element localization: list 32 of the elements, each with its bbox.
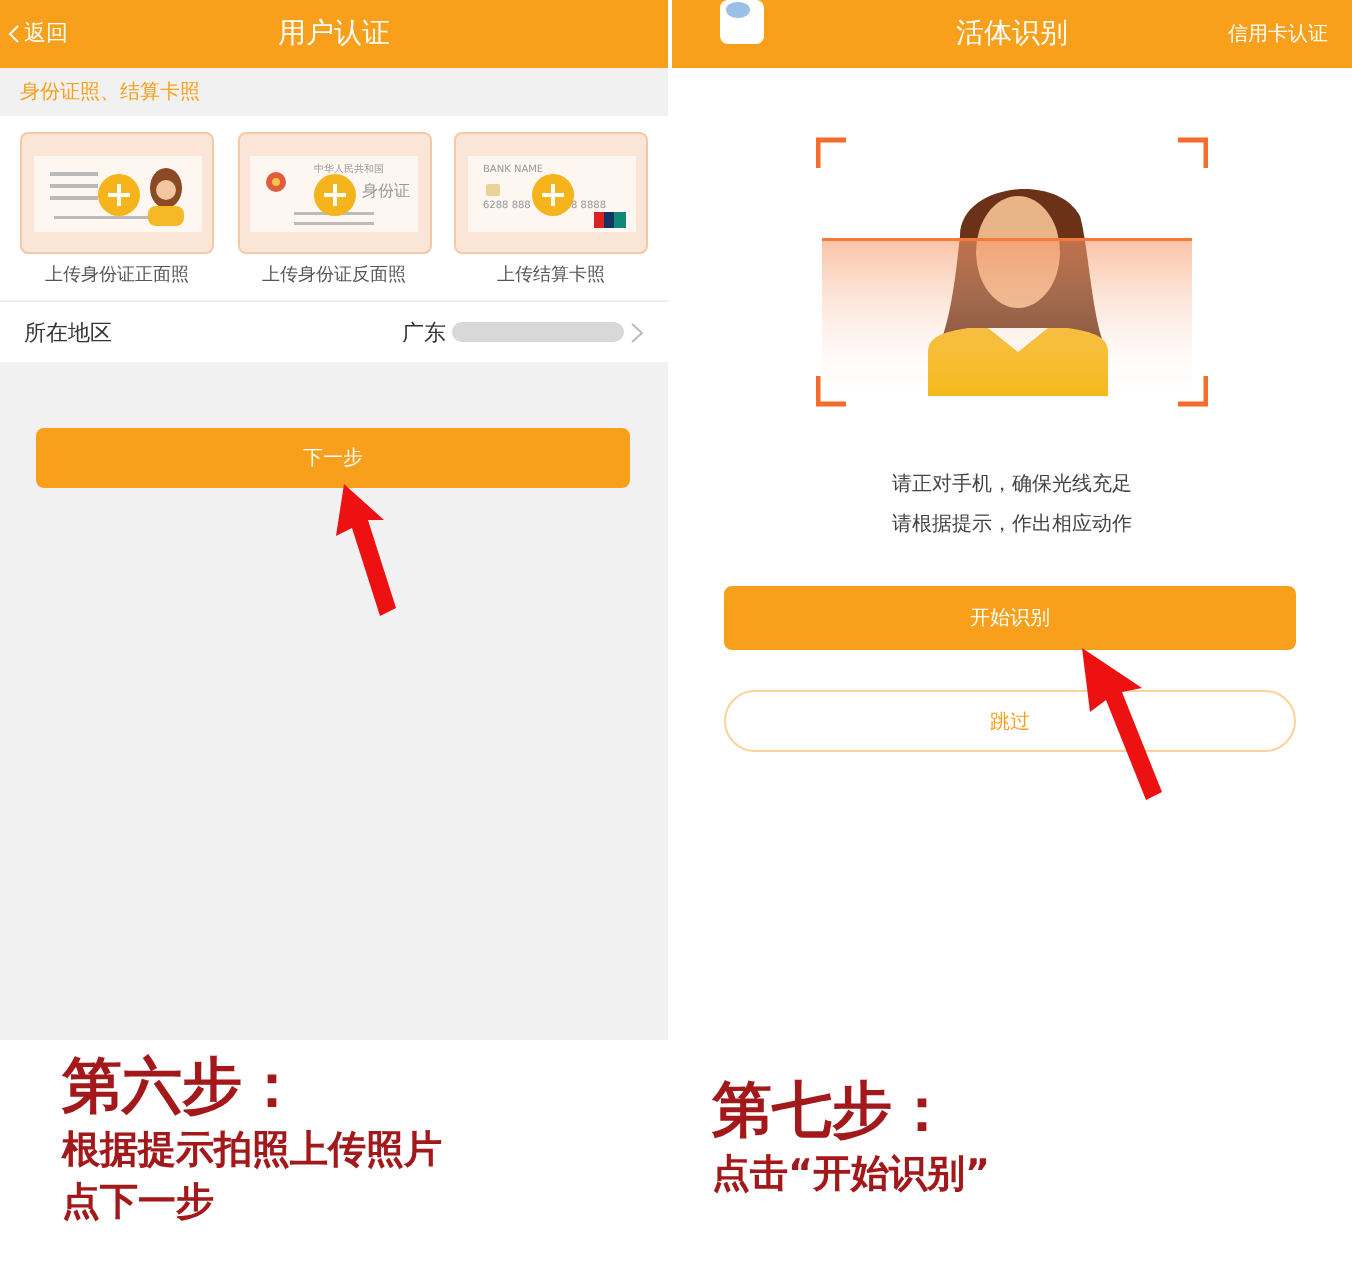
step-text: 根据提示拍照上传照片 [62,1126,444,1176]
back-button[interactable]: 返回 [8,18,68,48]
chevron-left-icon [8,23,20,43]
card-caption: 上传结算卡照 [497,263,605,288]
next-button[interactable]: 下一步 [36,428,630,488]
chat-app-icon [720,0,764,44]
credit-card-link[interactable]: 信用卡认证 [1228,20,1328,48]
region-value: 广东 [402,317,446,347]
page-title: 活体识别 [956,16,1068,52]
page-title: 用户认证 [278,16,390,52]
region-row[interactable]: 所在地区 广东 [0,300,668,362]
chevron-icon [630,321,644,343]
plus-icon [314,173,356,215]
card-text: 身份证 [362,183,410,199]
step-heading: 第六步： [62,1052,304,1124]
pointer-arrow [332,480,400,620]
card-logo-icon [593,211,625,227]
emblem-icon [266,171,286,191]
chip-icon [485,183,499,195]
card-caption: 上传身份证正面照 [45,263,189,288]
skip-button[interactable]: 跳过 [724,690,1296,752]
instruction-text: 请根据提示，作出相应动作 [890,511,1134,540]
step-heading: 第七步： [712,1076,954,1148]
region-label: 所在地区 [24,317,112,347]
step-text: 点下一步 [62,1178,216,1228]
instruction-text: 请正对手机，确保光线充足 [890,471,1134,500]
start-button[interactable]: 开始识别 [724,586,1296,650]
plus-icon [531,173,573,215]
step-text: 点击“开始识别” [712,1150,992,1200]
plus-icon [97,173,139,215]
card-caption: 上传身份证反面照 [262,263,406,288]
card-upload-tile[interactable] [20,132,214,254]
